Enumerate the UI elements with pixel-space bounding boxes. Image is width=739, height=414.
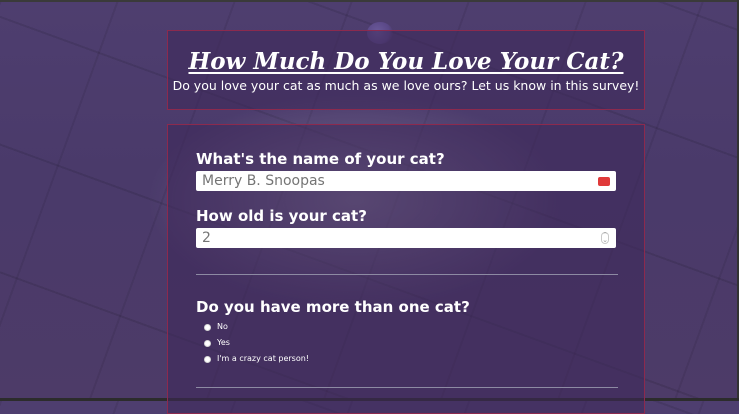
- radio-button[interactable]: [204, 355, 211, 363]
- radio-option-label: Yes: [217, 338, 230, 347]
- cat-age-label: How old is your cat?: [196, 207, 367, 225]
- radio-option-label: No: [217, 322, 228, 331]
- radio-option-label: I'm a crazy cat person!: [217, 354, 310, 363]
- radio-button[interactable]: [204, 323, 211, 331]
- section-divider: [196, 387, 618, 388]
- radio-option-crazy-cat-person[interactable]: I'm a crazy cat person!: [204, 353, 309, 365]
- radio-option-no[interactable]: No: [204, 321, 228, 333]
- radio-option-yes[interactable]: Yes: [204, 337, 230, 349]
- radio-button[interactable]: [204, 339, 211, 347]
- cat-name-label: What's the name of your cat?: [196, 150, 445, 168]
- password-dots-icon[interactable]: [598, 171, 610, 186]
- window-top-border: [0, 0, 739, 2]
- page-subtitle: Do you love your cat as much as we love …: [172, 78, 640, 93]
- multiple-cats-label: Do you have more than one cat?: [196, 298, 470, 316]
- cat-name-input[interactable]: [196, 171, 616, 191]
- number-spinner-icon[interactable]: ⌃ ⌄: [601, 232, 609, 244]
- survey-header: How Much Do You Love Your Cat? Do you lo…: [167, 30, 645, 110]
- cat-age-input[interactable]: [196, 228, 616, 248]
- survey-form: What's the name of your cat? How old is …: [167, 124, 645, 414]
- page-title: How Much Do You Love Your Cat?: [188, 48, 624, 75]
- section-divider: [196, 274, 618, 275]
